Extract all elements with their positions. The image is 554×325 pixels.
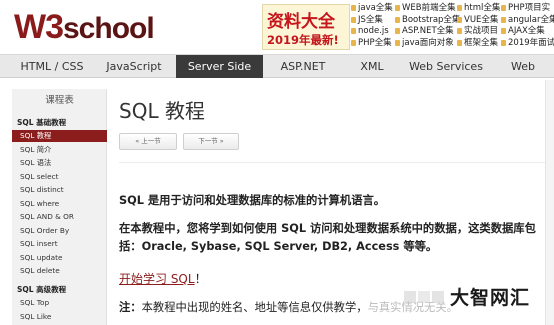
sidebar-item-sql-insert[interactable]: SQL insert [12,238,107,250]
header-link[interactable]: 2019年面试题 [500,38,554,50]
sidebar-item-sql-where[interactable]: SQL where [12,198,107,210]
header-link[interactable]: AJAX全集 [500,26,554,38]
promo-subtitle: 2019年最新! [267,33,339,47]
sidebar-item-sql-delete[interactable]: SQL delete [12,265,107,277]
nav-item-javascript[interactable]: JavaScript [92,55,176,78]
header-link[interactable]: WEB前端全集 [394,3,460,15]
start-learning-exclaim: ！ [194,272,207,286]
site-logo[interactable]: W3school [14,8,155,46]
watermark-text: 大智网汇 [450,287,531,309]
header-link[interactable]: html全集 [456,3,500,15]
header-link[interactable]: angular全集 [500,15,554,27]
nav-item-web-building[interactable]: Web Building [491,55,554,96]
header-link[interactable]: java面向对象 [394,38,460,50]
nav-item-web-services[interactable]: Web Services [401,55,491,78]
logo-w3-text: W3 [14,8,64,46]
sidebar-item-sql-select[interactable]: SQL select [12,171,107,183]
nav-item-server-side[interactable]: Server Side [176,55,263,78]
sidebar-item-sql-intro[interactable]: SQL 简介 [12,144,107,156]
promo-banner[interactable]: 资料大全 2019年最新! [262,4,350,50]
link-column: java全集 JS全集 node.js PHP全集 [350,3,393,49]
header-link[interactable]: java全集 [350,3,393,15]
sidebar-item-sql-top[interactable]: SQL Top [12,297,107,309]
link-column: html全集 VUE全集 实战项目 框架全集 [456,3,500,49]
course-sidebar: 课程表 SQL 基础教程 SQL 教程 SQL 简介 SQL 语法 SQL se… [12,89,107,325]
next-button[interactable]: 下一节 » [183,133,239,150]
start-learning: 开始学习 SQL！ [119,270,207,287]
next-arrow-icon: » [219,137,224,145]
note-body: 本教程中出现的姓名、地址等信息仅供教学， [141,301,368,314]
header-link-grid: java全集 JS全集 node.js PHP全集 WEB前端全集 Bootst… [350,3,554,51]
sidebar-item-sql-distinct[interactable]: SQL distinct [12,184,107,196]
note-label: 注： [119,301,142,314]
content-divider [119,162,547,163]
sidebar-section-basic: SQL 基础教程 [17,118,67,127]
sidebar-item-sql-order-by[interactable]: SQL Order By [12,225,107,237]
sidebar-item-sql-tutorial[interactable]: SQL 教程 [12,130,107,142]
header-link[interactable]: PHP项目实 [500,3,554,15]
sidebar-title: 课程表 [45,95,74,106]
nav-item-xml[interactable]: XML [343,55,401,78]
site-header: W3school 资料大全 2019年最新! java全集 JS全集 node.… [0,0,554,53]
header-link[interactable]: VUE全集 [456,15,500,27]
header-link[interactable]: Bootstrap全集 [394,15,460,27]
page-title: SQL 教程 [119,99,205,123]
description-text: 在本教程中，您将学到如何使用 SQL 访问和处理数据系统中的数据，这类数据库包括… [119,222,536,253]
header-link[interactable]: 实战项目 [456,26,500,38]
prev-button[interactable]: « 上一节 [119,133,177,150]
start-learning-link[interactable]: 开始学习 SQL [119,272,195,286]
header-link[interactable]: ASP.NET全集 [394,26,460,38]
sidebar-item-sql-update[interactable]: SQL update [12,252,107,264]
intro-text: SQL 是用于访问和处理数据库的标准的计算机语言。 [119,194,386,207]
header-link[interactable]: node.js [350,26,393,38]
sidebar-item-sql-and-or[interactable]: SQL AND & OR [12,211,107,223]
header-link[interactable]: JS全集 [350,15,393,27]
nav-item-asp-net[interactable]: ASP.NET [263,55,343,78]
header-link[interactable]: PHP全集 [350,38,393,50]
logo-school-text: school [63,12,155,45]
promo-title: 资料大全 [267,12,335,31]
prev-label: 上一节 [141,137,161,145]
header-link[interactable]: 框架全集 [456,38,500,50]
main-nav: HTML / CSS JavaScript Server Side ASP.NE… [0,54,554,96]
nav-item-html-css[interactable]: HTML / CSS [12,55,92,78]
sidebar-item-sql-syntax[interactable]: SQL 语法 [12,157,107,169]
prev-arrow-icon: « [135,137,140,145]
sidebar-item-sql-like[interactable]: SQL Like [12,311,107,323]
next-label: 下一节 [198,137,218,145]
link-column: WEB前端全集 Bootstrap全集 ASP.NET全集 java面向对象 [394,3,460,49]
page-scrollbar[interactable] [545,80,554,325]
link-column: PHP项目实 angular全集 AJAX全集 2019年面试题 [500,3,554,49]
watermark-logo-icon [404,291,444,303]
sidebar-section-advanced: SQL 高级教程 [17,285,67,294]
